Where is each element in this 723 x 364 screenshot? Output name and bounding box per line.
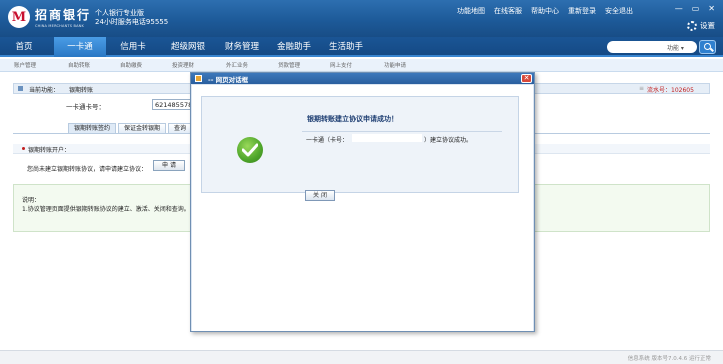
bullet-icon (22, 147, 25, 150)
restore-icon[interactable]: ▭ (692, 4, 700, 13)
note-text: 1.协议管理页面提供银期转账协议的建立、激活、关闭和查询。 (22, 206, 190, 213)
window-controls: — ▭ ✕ (675, 4, 715, 13)
gear-icon (687, 20, 697, 31)
bank-logo: M 招商银行 CHINA MERCHANTS BANK (8, 6, 91, 28)
dialog-close-icon[interactable]: ✕ (521, 74, 532, 83)
tab-margin-transfer[interactable]: 保证金转银期 (118, 123, 167, 133)
settings-button[interactable]: 设置 (687, 20, 715, 31)
card-number-field[interactable]: 621485578 (152, 99, 192, 110)
tab-query[interactable]: 查询 (168, 123, 193, 133)
service-slogan: 个人银行专业版 24小时服务电话95555 (95, 9, 168, 27)
dialog-window-icon (195, 75, 202, 82)
bank-name: 招商银行 (35, 8, 92, 22)
slogan-line2: 24小时服务电话95555 (95, 18, 169, 26)
subnav-apply[interactable]: 功能申请 (384, 61, 406, 69)
function-tabs: 银期转账签约 保证金转银期 查询 (68, 123, 194, 133)
nav-life-assistant[interactable]: 生活助手 (320, 37, 372, 57)
status-text: 信息系统 版本号7.0.4.6 运行正常 (627, 356, 711, 362)
scroll-arrow-icon: ≡ (639, 85, 645, 92)
nav-credit-card[interactable]: 信用卡 (108, 37, 158, 57)
close-window-icon[interactable]: ✕ (708, 4, 715, 13)
nav-finance-mgmt[interactable]: 财务管理 (216, 37, 268, 57)
cmb-logo-icon: M (8, 6, 30, 28)
function-icon (18, 86, 23, 91)
note-title: 说明： (22, 197, 41, 204)
main-nav: 首页 一卡通 信用卡 超级网银 财务管理 金融助手 生活助手 功能 ▾ (0, 37, 723, 57)
flow-number: 流水号：102605 (647, 87, 694, 94)
web-dialog: -- 网页对话框 ✕ 银期转账建立协议申请成功！ 一卡通（卡号： ）建立协议成功… (190, 72, 535, 332)
bank-name-en: CHINA MERCHANTS BANK (35, 24, 84, 28)
subnav-forex[interactable]: 外汇业务 (226, 61, 248, 69)
nav-debit-card[interactable]: 一卡通 (54, 37, 106, 57)
nav-home[interactable]: 首页 (0, 37, 48, 57)
subnav-payment[interactable]: 自助缴费 (120, 61, 142, 69)
subnav-account-mgmt[interactable]: 账户管理 (14, 61, 36, 69)
dialog-titlebar[interactable]: -- 网页对话框 ✕ (191, 73, 534, 84)
link-help-center[interactable]: 帮助中心 (531, 6, 559, 16)
sign-section-label: 银期转账开户： (28, 147, 71, 154)
result-card-value (352, 134, 422, 142)
settings-label: 设置 (700, 21, 715, 30)
top-links: 功能地图 在线客服 帮助中心 重新登录 安全退出 (457, 6, 633, 16)
status-bar: 信息系统 版本号7.0.4.6 运行正常 (0, 350, 723, 364)
subnav-investment[interactable]: 投资理财 (172, 61, 194, 69)
success-check-icon (237, 137, 263, 163)
card-number-label: 一卡通卡号： (66, 103, 105, 111)
app-header: M 招商银行 CHINA MERCHANTS BANK 个人银行专业版 24小时… (0, 0, 723, 37)
function-label: 当前功能： (29, 87, 60, 94)
slogan-line1: 个人银行专业版 (95, 9, 144, 17)
search-button[interactable] (699, 40, 716, 54)
result-title: 银期转账建立协议申请成功！ (307, 115, 398, 123)
search-input[interactable]: 功能 ▾ (607, 41, 697, 53)
nav-finance-assistant[interactable]: 金融助手 (268, 37, 320, 57)
link-online-service[interactable]: 在线客服 (494, 6, 522, 16)
function-value: 银期转账 (69, 87, 94, 94)
close-button[interactable]: 关 闭 (305, 190, 335, 201)
dialog-title: -- 网页对话框 (208, 76, 249, 84)
link-logout[interactable]: 安全退出 (605, 6, 633, 16)
sub-nav: 账户管理 自助转账 自助缴费 投资理财 外汇业务 贷款管理 网上支付 功能申请 (0, 59, 723, 72)
result-card-label: 一卡通（卡号： (306, 137, 349, 144)
link-function-map[interactable]: 功能地图 (457, 6, 485, 16)
apply-prompt: 您尚未建立银期转账协议，请申请建立协议： (27, 166, 148, 173)
subnav-loans[interactable]: 贷款管理 (278, 61, 300, 69)
subnav-transfer[interactable]: 自助转账 (68, 61, 90, 69)
tab-signing[interactable]: 银期转账签约 (68, 123, 117, 133)
result-panel: 银期转账建立协议申请成功！ 一卡通（卡号： ）建立协议成功。 关 闭 (201, 96, 519, 201)
link-relogin[interactable]: 重新登录 (568, 6, 596, 16)
apply-button[interactable]: 申 请 (153, 160, 185, 171)
minimize-icon[interactable]: — (675, 4, 683, 13)
subnav-online-pay[interactable]: 网上支付 (330, 61, 352, 69)
dialog-body: 银期转账建立协议申请成功！ 一卡通（卡号： ）建立协议成功。 关 闭 (192, 85, 533, 331)
nav-super-ebank[interactable]: 超级网银 (160, 37, 216, 57)
search-scope-select[interactable]: 功能 ▾ (667, 45, 684, 52)
result-message: ）建立协议成功。 (424, 137, 473, 144)
